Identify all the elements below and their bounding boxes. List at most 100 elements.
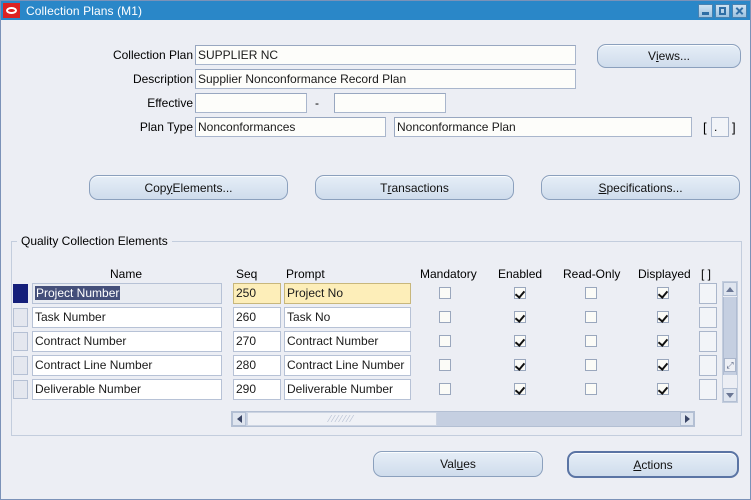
specifications-mnemonic: S	[598, 180, 607, 195]
transactions-label-pre: T	[380, 180, 388, 195]
views-button[interactable]: Vi ews...	[597, 44, 741, 68]
transactions-button[interactable]: Tr ansactions	[315, 175, 514, 200]
checkbox-read-only[interactable]	[585, 311, 597, 323]
horizontal-scrollbar-thumb[interactable]: ⁄⁄⁄⁄⁄⁄⁄	[247, 412, 437, 426]
row-indicator[interactable]	[13, 380, 28, 399]
checkbox-mandatory[interactable]	[439, 335, 451, 347]
cell-seq[interactable]: 270	[233, 331, 281, 352]
window-title: Collection Plans (M1)	[26, 3, 143, 18]
scroll-down-arrow-icon[interactable]	[723, 388, 737, 402]
values-label-post: es	[463, 457, 476, 471]
scrollbar-grip-icon[interactable]: ⤢	[724, 358, 736, 372]
cell-prompt[interactable]: Project No	[284, 283, 411, 304]
label-collection-plan: Collection Plan	[112, 48, 193, 62]
values-label-pre: Val	[440, 457, 457, 471]
checkbox-enabled[interactable]	[514, 335, 526, 347]
checkbox-read-only[interactable]	[585, 335, 597, 347]
window-titlebar: Collection Plans (M1)	[1, 1, 750, 20]
table-horizontal-scrollbar[interactable]: ⁄⁄⁄⁄⁄⁄⁄	[231, 411, 695, 427]
copy-elements-label-pre: Cop	[144, 180, 167, 195]
cell-seq[interactable]: 290	[233, 379, 281, 400]
label-plan-type: Plan Type	[139, 120, 193, 134]
row-indicator[interactable]	[13, 284, 28, 303]
cell-extra[interactable]	[699, 331, 717, 352]
checkbox-enabled[interactable]	[514, 311, 526, 323]
bracket-close: ]	[732, 120, 736, 135]
close-icon[interactable]	[732, 3, 747, 18]
values-button[interactable]: Val u es	[373, 451, 543, 477]
checkbox-enabled[interactable]	[514, 287, 526, 299]
views-button-label-post: ews...	[658, 49, 691, 63]
checkbox-read-only[interactable]	[585, 287, 597, 299]
cell-name[interactable]: Task Number	[32, 307, 222, 328]
cell-extra[interactable]	[699, 379, 717, 400]
copy-elements-button[interactable]: Cop y Elements...	[89, 175, 288, 200]
effective-from-input[interactable]	[195, 93, 307, 113]
plan-type-flag-field[interactable]: .	[711, 117, 729, 137]
copy-elements-label-post: Elements...	[172, 180, 233, 195]
checkbox-read-only[interactable]	[585, 359, 597, 371]
cell-extra[interactable]	[699, 307, 717, 328]
cell-seq[interactable]: 280	[233, 355, 281, 376]
plan-type-input[interactable]: Nonconformances	[195, 117, 386, 137]
column-header-prompt: Prompt	[286, 267, 325, 281]
minimize-icon[interactable]	[698, 3, 713, 18]
cell-name[interactable]: Contract Line Number	[32, 355, 222, 376]
cell-prompt[interactable]: Deliverable Number	[284, 379, 411, 400]
column-header-name: Name	[109, 267, 142, 281]
row-indicator[interactable]	[13, 332, 28, 351]
cell-extra[interactable]	[699, 283, 717, 304]
row-indicator[interactable]	[13, 356, 28, 375]
cell-seq[interactable]: 250	[233, 283, 281, 304]
label-effective: Effective	[147, 96, 193, 110]
checkbox-displayed[interactable]	[657, 335, 669, 347]
collection-plans-window: Collection Plans (M1) Collection Plan De…	[0, 0, 751, 500]
quality-collection-elements-title: Quality Collection Elements	[17, 234, 172, 248]
column-header-seq: Seq	[236, 267, 258, 281]
scroll-right-arrow-icon[interactable]	[680, 412, 694, 426]
row-indicator[interactable]	[13, 308, 28, 327]
scroll-up-arrow-icon[interactable]	[723, 282, 737, 296]
checkbox-displayed[interactable]	[657, 359, 669, 371]
checkbox-mandatory[interactable]	[439, 359, 451, 371]
label-description: Description	[132, 72, 193, 86]
actions-label-post: ctions	[641, 457, 673, 472]
cell-prompt[interactable]: Task No	[284, 307, 411, 328]
oracle-logo-icon	[3, 3, 20, 18]
plan-type-description-input[interactable]: Nonconformance Plan	[394, 117, 692, 137]
collection-plan-input[interactable]: SUPPLIER NC	[195, 45, 576, 65]
checkbox-enabled[interactable]	[514, 359, 526, 371]
cell-name[interactable]: Deliverable Number	[32, 379, 222, 400]
specifications-button[interactable]: Specifications...	[541, 175, 740, 200]
checkbox-displayed[interactable]	[657, 383, 669, 395]
cell-name[interactable]: Project Number	[32, 283, 222, 304]
values-mnemonic: u	[456, 457, 464, 471]
checkbox-enabled[interactable]	[514, 383, 526, 395]
cell-prompt[interactable]: Contract Number	[284, 331, 411, 352]
checkbox-mandatory[interactable]	[439, 311, 451, 323]
maximize-icon[interactable]	[715, 3, 730, 18]
actions-button[interactable]: Actions	[567, 451, 739, 478]
cell-name-text: Project Number	[35, 286, 121, 300]
checkbox-displayed[interactable]	[657, 287, 669, 299]
bracket-open: [	[703, 120, 707, 135]
checkbox-displayed[interactable]	[657, 311, 669, 323]
effective-range-separator: -	[315, 96, 319, 110]
checkbox-mandatory[interactable]	[439, 383, 451, 395]
checkbox-mandatory[interactable]	[439, 287, 451, 299]
effective-to-input[interactable]	[334, 93, 446, 113]
cell-name[interactable]: Contract Number	[32, 331, 222, 352]
column-header-displayed: Displayed	[638, 267, 691, 281]
cell-seq[interactable]: 260	[233, 307, 281, 328]
cell-extra[interactable]	[699, 355, 717, 376]
scroll-left-arrow-icon[interactable]	[232, 412, 246, 426]
column-header-read-only: Read-Only	[563, 267, 621, 281]
column-header-enabled: Enabled	[498, 267, 543, 281]
cell-prompt[interactable]: Contract Line Number	[284, 355, 411, 376]
column-header-mandatory: Mandatory	[420, 267, 477, 281]
checkbox-read-only[interactable]	[585, 383, 597, 395]
description-input[interactable]: Supplier Nonconformance Record Plan	[195, 69, 576, 89]
specifications-label-post: pecifications...	[606, 180, 683, 195]
window-controls	[698, 3, 750, 18]
table-vertical-scrollbar[interactable]: ⤢	[722, 281, 738, 403]
